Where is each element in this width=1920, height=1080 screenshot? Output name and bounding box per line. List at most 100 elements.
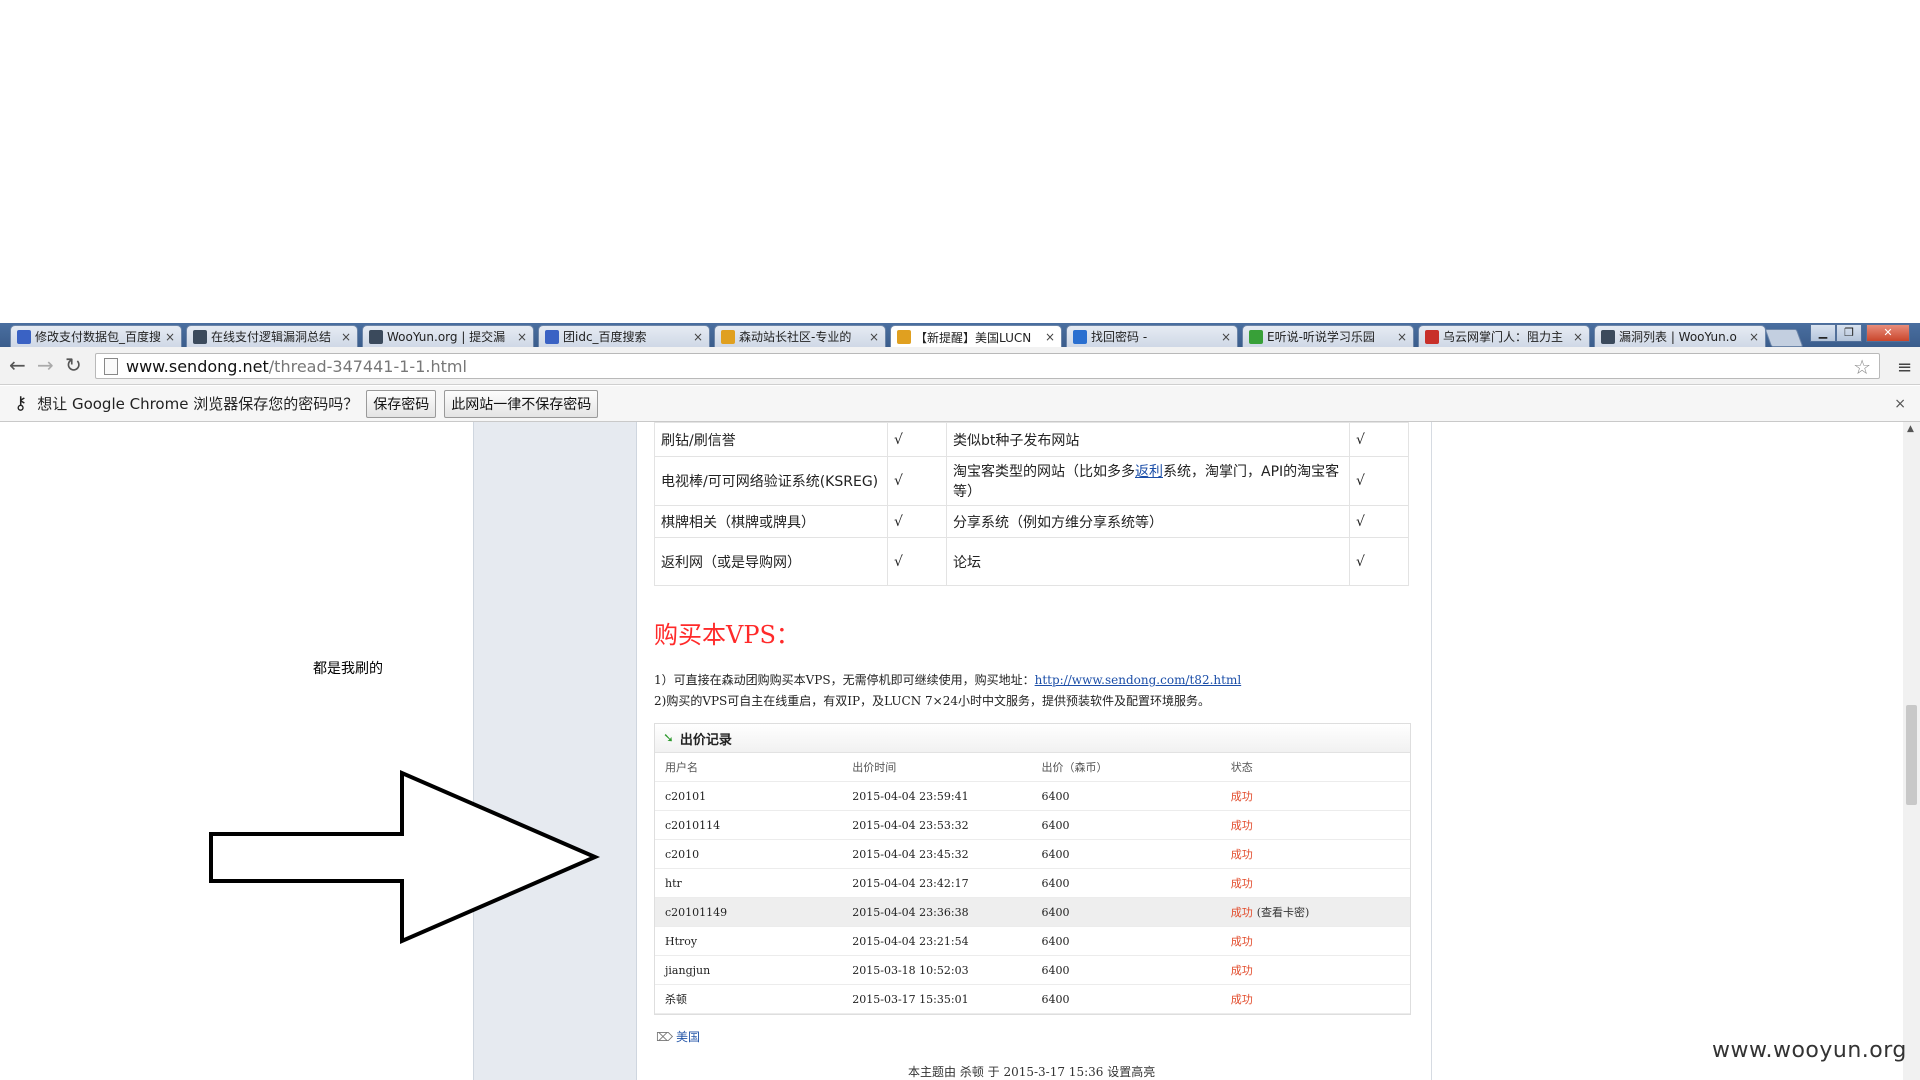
feature-text: 淘宝客类型的网站（比如多多 (953, 464, 1135, 480)
tag-icon: ⌦ (656, 1030, 673, 1044)
bid-price: 6400 (1041, 905, 1070, 919)
thread-tag[interactable]: ⌦ 美国 (656, 1028, 700, 1045)
new-tab-button[interactable] (1764, 329, 1804, 347)
status-badge: 成功 (1230, 819, 1253, 832)
buy-vps-description: 1）可直接在森动团购购买本VPS，无需停机即可继续使用，购买地址：http://… (654, 670, 1241, 712)
tab-close-icon[interactable]: × (1749, 330, 1759, 344)
bid-status: 成功 (1231, 991, 1410, 1007)
tab-1[interactable]: 在线支付逻辑漏洞总结 × (186, 325, 358, 347)
tab-close-icon[interactable]: × (1397, 330, 1407, 344)
site-icon (1073, 329, 1087, 344)
rebate-link[interactable]: 返利 (1135, 464, 1163, 480)
back-icon[interactable]: ← (9, 355, 26, 375)
bid-price: 6400 (1041, 992, 1070, 1006)
tab-close-icon[interactable]: × (1221, 330, 1231, 344)
tab-6[interactable]: 找回密码 - × (1066, 325, 1238, 347)
bid-status: 成功 (1231, 817, 1410, 833)
reload-icon[interactable]: ↻ (65, 355, 82, 375)
paw-icon (545, 329, 559, 344)
tab-4[interactable]: 森动站长社区-专业的 × (714, 325, 886, 347)
tab-title: 【新提醒】美国LUCN (915, 330, 1032, 345)
tab-2[interactable]: WooYun.org | 提交漏 × (362, 325, 534, 347)
watermark: www.wooyun.org (1712, 1038, 1907, 1063)
table-row: 杀顿 2015-03-17 15:35:01 6400 成功 (655, 985, 1410, 1014)
never-save-password-button[interactable]: 此网站一律不保存密码 (444, 389, 599, 418)
password-infobar: ⚷ 想让 Google Chrome 浏览器保存您的密码吗？ 保存密码 此网站一… (0, 386, 1920, 422)
url-path: /thread-347441-1-1.html (268, 356, 467, 376)
maximize-button[interactable]: ❐ (1836, 324, 1862, 342)
feature-name: 论坛 (946, 537, 1350, 586)
feature-row: 刷钻/刷信誉 √ 类似bt种子发布网站 √ (654, 422, 1409, 457)
bid-user: c20101149 (665, 905, 728, 919)
tab-close-icon[interactable]: × (1573, 330, 1583, 344)
feature-check: √ (887, 505, 947, 538)
feature-row: 返利网（或是导购网） √ 论坛 √ (654, 537, 1409, 586)
menu-icon[interactable]: ≡ (1897, 357, 1912, 378)
bid-time: 2015-04-04 23:36:38 (852, 905, 969, 919)
page-scrollbar[interactable]: ▲ (1903, 422, 1920, 1080)
bid-status: 成功 (1231, 962, 1410, 978)
tab-9[interactable]: 漏洞列表 | WooYun.o × (1594, 325, 1766, 347)
infobar-close-icon[interactable]: × (1894, 396, 1906, 412)
view-card-link[interactable]: (查看卡密) (1257, 906, 1310, 919)
feature-check: √ (1349, 456, 1409, 506)
tab-close-icon[interactable]: × (517, 330, 527, 344)
feature-check: √ (887, 456, 947, 506)
bookmark-star-icon[interactable]: ☆ (1853, 355, 1871, 379)
bid-time: 2015-03-18 10:52:03 (852, 963, 969, 977)
save-password-button[interactable]: 保存密码 (366, 389, 437, 418)
buy-line-1: 1）可直接在森动团购购买本VPS，无需停机即可继续使用，购买地址： (654, 673, 1035, 687)
ear-icon (1249, 329, 1263, 344)
bid-price: 6400 (1041, 934, 1070, 948)
tab-close-icon[interactable]: × (693, 330, 703, 344)
forward-icon[interactable]: → (37, 355, 54, 375)
window-close-button[interactable]: ✕ (1866, 324, 1910, 342)
bid-time: 2015-04-04 23:21:54 (852, 934, 969, 948)
status-badge: 成功 (1230, 906, 1253, 919)
tab-close-icon[interactable]: × (341, 330, 351, 344)
minimize-button[interactable]: ▁ (1810, 324, 1836, 342)
bid-columns: 用户名 出价时间 出价（森币） 状态 (655, 753, 1410, 782)
page-icon (104, 357, 118, 375)
feature-check: √ (887, 422, 947, 457)
tag-label[interactable]: 美国 (676, 1030, 700, 1044)
col-time: 出价时间 (852, 761, 897, 774)
address-bar[interactable]: www.sendong.net/thread-347441-1-1.html ☆ (95, 353, 1880, 379)
key-icon: ⚷ (14, 393, 28, 414)
feature-row: 电视棒/可可网络验证系统(KSREG) √ 淘宝客类型的网站（比如多多返利系统，淘掌… (654, 456, 1409, 506)
bid-time: 2015-04-04 23:53:32 (852, 818, 969, 832)
scroll-up-icon[interactable]: ▲ (1907, 424, 1914, 434)
bid-user: c2010114 (665, 818, 721, 832)
feature-name: 电视棒/可可网络验证系统(KSREG) (654, 456, 888, 506)
tab-title: 团idc_百度搜索 (563, 330, 647, 344)
bid-status: 成功 (1231, 933, 1410, 949)
scrollbar-thumb[interactable] (1906, 705, 1917, 805)
bid-price: 6400 (1041, 789, 1070, 803)
post-author-column (473, 422, 637, 1080)
bid-user: 杀顿 (665, 993, 687, 1006)
status-badge: 成功 (1230, 790, 1253, 803)
browser-toolbar: ← → ↻ www.sendong.net/thread-347441-1-1.… (0, 347, 1920, 385)
status-badge: 成功 (1230, 935, 1253, 948)
status-badge: 成功 (1230, 848, 1253, 861)
tab-close-icon[interactable]: × (165, 330, 175, 344)
tab-close-icon[interactable]: × (1045, 330, 1055, 344)
tab-7[interactable]: E听说-听说学习乐园 × (1242, 325, 1414, 347)
annotation-arrow (209, 769, 601, 945)
buy-link[interactable]: http://www.sendong.com/t82.html (1035, 673, 1242, 687)
highlight-info: 本主题由 杀顿 于 2015-3-17 15:36 设置高亮 (908, 1065, 1156, 1079)
tab-3[interactable]: 团idc_百度搜索 × (538, 325, 710, 347)
bid-time: 2015-04-04 23:45:32 (852, 847, 969, 861)
feature-name: 淘宝客类型的网站（比如多多返利系统，淘掌门，API的淘宝客等） (946, 456, 1350, 506)
feature-name: 类似bt种子发布网站 (946, 422, 1350, 457)
tab-8[interactable]: 乌云网掌门人：阻力主 × (1418, 325, 1590, 347)
bid-user: c20101 (665, 789, 707, 803)
tab-5[interactable]: 【新提醒】美国LUCN × (890, 325, 1062, 348)
tab-strip: 修改支付数据包_百度搜 × 在线支付逻辑漏洞总结 × WooYun.org | 提交漏 ×… (0, 323, 1920, 348)
tab-title: 修改支付数据包_百度搜 (35, 330, 161, 344)
wooyun-icon (1601, 329, 1615, 344)
col-status: 状态 (1230, 761, 1253, 774)
tab-0[interactable]: 修改支付数据包_百度搜 × (10, 325, 182, 347)
tab-close-icon[interactable]: × (869, 330, 879, 344)
bid-price: 6400 (1041, 847, 1070, 861)
